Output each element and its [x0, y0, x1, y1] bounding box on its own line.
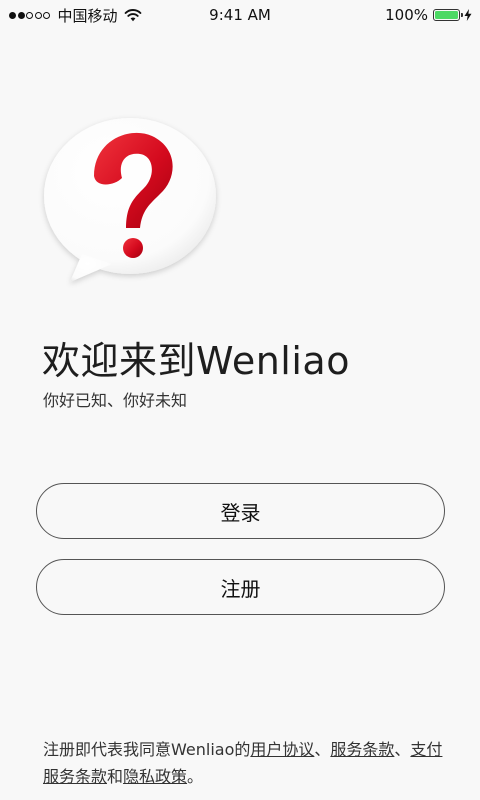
agreement-prefix: 注册即代表我同意Wenliao的: [43, 740, 251, 759]
privacy-policy-link[interactable]: 隐私政策: [123, 767, 187, 786]
battery-percentage: 100%: [385, 6, 428, 24]
login-button[interactable]: 登录: [36, 483, 445, 539]
app-logo-question-mark-icon: [44, 118, 216, 282]
welcome-title: 欢迎来到Wenliao: [42, 339, 350, 383]
status-bar: 中国移动 9:41 AM 100%: [0, 0, 480, 30]
battery-fill: [435, 11, 458, 19]
service-terms-link[interactable]: 服务条款: [330, 740, 394, 759]
agreement-and: 和: [107, 767, 124, 786]
welcome-subtitle: 你好已知、你好未知: [43, 391, 188, 410]
charging-bolt-icon: [464, 9, 472, 21]
agreement-suffix: 。: [187, 767, 204, 786]
status-bar-right: 100%: [385, 5, 472, 25]
register-button[interactable]: 注册: [36, 559, 445, 615]
agreement-text: 注册即代表我同意Wenliao的用户协议、服务条款、支付服务条款和隐私政策。: [43, 736, 443, 790]
user-agreement-link[interactable]: 用户协议: [250, 740, 314, 759]
register-button-label: 注册: [220, 576, 261, 601]
agreement-separator: 、: [314, 740, 331, 759]
login-button-label: 登录: [220, 500, 261, 525]
battery-icon: [433, 9, 463, 21]
agreement-separator: 、: [394, 740, 411, 759]
